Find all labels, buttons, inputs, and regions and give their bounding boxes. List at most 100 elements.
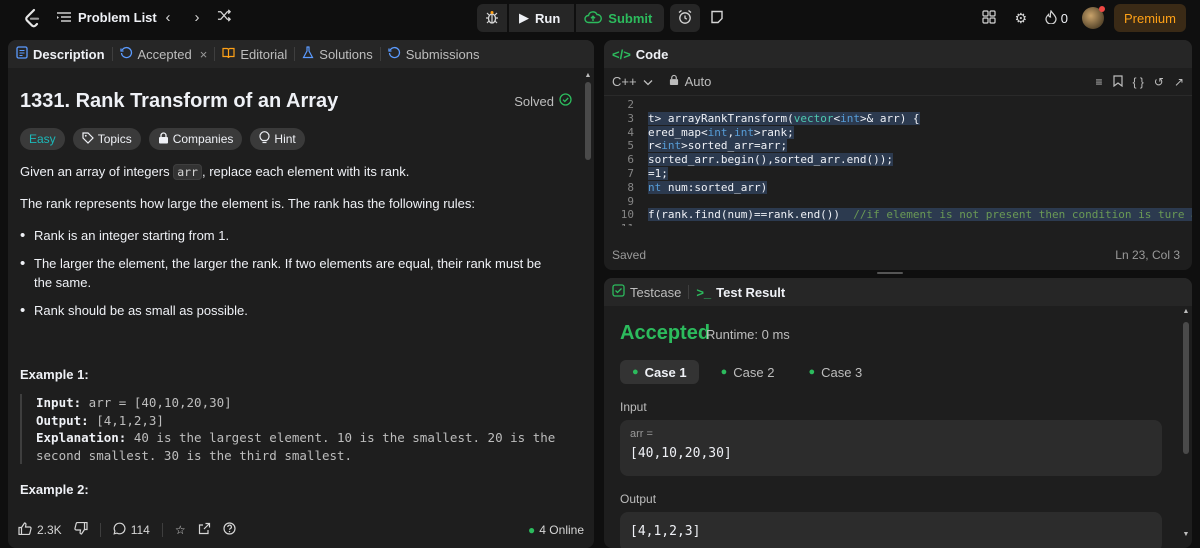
notes-button[interactable] — [702, 4, 732, 32]
code-text: r<int>sorted_arr=arr; — [648, 139, 788, 153]
code-line[interactable]: 5 r<int>sorted_arr=arr; — [604, 139, 1192, 153]
tab-solutions[interactable]: Solutions — [302, 40, 373, 68]
code-line[interactable]: 8 nt num:sorted_arr) — [604, 180, 1192, 195]
code-token: int — [661, 139, 682, 153]
code-line[interactable]: 9 — [604, 195, 1192, 209]
debug-button[interactable] — [477, 4, 507, 32]
expand-icon[interactable]: ↗ — [1174, 75, 1184, 89]
leetcode-logo-icon[interactable] — [22, 8, 42, 28]
avatar[interactable] — [1081, 6, 1105, 29]
code-line[interactable]: 11 — [604, 222, 1192, 226]
tab-submissions-label: Submissions — [405, 46, 480, 62]
companies-label: Companies — [172, 132, 234, 146]
bookmark-icon[interactable] — [1112, 74, 1123, 90]
online-dot-icon: ● — [528, 523, 536, 537]
bullet-icon: • — [20, 255, 26, 272]
thumbs-up-icon — [18, 522, 32, 538]
inline-code: arr — [173, 164, 202, 180]
like-button[interactable]: 2.3K — [18, 522, 62, 538]
code-line[interactable]: 10 f(rank.find(num)==rank.end()) //if ele… — [604, 208, 1192, 222]
shuffle-icon — [217, 9, 232, 27]
comments-button[interactable]: 114 — [113, 522, 150, 538]
reset-icon[interactable]: ↺ — [1154, 75, 1164, 89]
hint-chip[interactable]: Hint — [250, 128, 305, 150]
tag-icon — [82, 131, 94, 147]
favorite-button[interactable]: ☆ — [175, 523, 186, 537]
save-status: Saved — [612, 248, 647, 262]
input-box: arr = [40,10,20,30] — [620, 420, 1162, 476]
settings-button[interactable]: ⚙ — [1007, 4, 1035, 32]
line-number: 4 — [627, 125, 634, 139]
timer-button[interactable] — [670, 4, 701, 32]
braces-icon[interactable]: { } — [1133, 75, 1144, 89]
scroll-up-icon[interactable]: ▲ — [1182, 308, 1190, 315]
tab-code[interactable]: </> Code — [612, 40, 668, 68]
tab-test-result[interactable]: >_ Test Result — [696, 278, 785, 306]
scroll-thumb[interactable] — [1183, 322, 1189, 454]
chevron-right-icon: › — [194, 9, 200, 26]
tab-accepted[interactable]: Accepted × — [119, 40, 208, 68]
random-problem-button[interactable] — [214, 8, 234, 28]
test-scrollbar[interactable]: ▲ ▼ — [1182, 308, 1190, 538]
case-label: Case 2 — [733, 364, 775, 380]
streak-counter[interactable]: 0 — [1045, 9, 1068, 27]
description-scrollbar[interactable]: ▲ ▼ — [584, 72, 592, 538]
code-line[interactable]: 2 — [604, 98, 1192, 112]
line-number: 3 — [627, 111, 634, 125]
format-icon[interactable]: ≡ — [1096, 75, 1103, 89]
problem-list-button[interactable]: Problem List — [56, 9, 157, 25]
scroll-thumb[interactable] — [585, 82, 591, 160]
code-token: vector — [793, 111, 834, 125]
case-tab[interactable]: ● Case 2 — [709, 360, 787, 384]
case-tab[interactable]: ● Case 3 — [796, 360, 874, 384]
close-tab-icon[interactable]: × — [200, 47, 208, 62]
run-button[interactable]: ▶ Run — [509, 4, 575, 32]
case-tab[interactable]: ● Case 1 — [620, 360, 699, 384]
code-token: //if element is not present then conditi… — [840, 208, 1192, 222]
tab-description[interactable]: Description — [16, 40, 105, 68]
premium-button[interactable]: Premium — [1113, 4, 1186, 32]
auto-mode-toggle[interactable]: Auto — [669, 74, 712, 89]
submit-button[interactable]: Submit — [576, 4, 665, 32]
panel-resize-handle[interactable] — [877, 272, 903, 274]
run-label: Run — [535, 10, 561, 26]
input-section-label: Input — [620, 400, 647, 414]
prev-problem-button[interactable]: ‹ — [158, 8, 178, 28]
code-line[interactable]: 3 t> arrayRankTransform(vector<int>& arr)… — [604, 111, 1192, 126]
input-label: Input: — [36, 395, 82, 410]
dislike-button[interactable] — [74, 521, 88, 538]
tab-solutions-label: Solutions — [319, 46, 373, 62]
bug-icon — [484, 9, 500, 28]
description-tabbar: Description Accepted × Editorial Solutio… — [8, 40, 594, 68]
description-footer: 2.3K 114 ☆ ● 4 Online — [8, 512, 594, 548]
topics-chip[interactable]: Topics — [72, 128, 141, 150]
code-line[interactable]: 4 ered_map<int,int>rank; — [604, 125, 1192, 140]
scroll-down-icon[interactable]: ▼ — [1182, 531, 1190, 538]
code-token: ered_map< — [648, 125, 708, 139]
language-select[interactable]: C++ — [612, 74, 653, 89]
share-button[interactable] — [198, 522, 211, 538]
code-line[interactable]: 6 sorted_arr.begin(),sorted_arr.end()); — [604, 153, 1192, 167]
code-line[interactable]: 7 =1; — [604, 166, 1192, 181]
feedback-button[interactable] — [222, 522, 236, 538]
question-circle-icon — [222, 522, 236, 538]
line-number: 9 — [627, 194, 634, 208]
scroll-up-icon[interactable]: ▲ — [584, 72, 592, 79]
next-problem-button[interactable]: › — [187, 8, 207, 28]
line-number: 2 — [627, 98, 634, 111]
terminal-icon: >_ — [696, 284, 712, 300]
bullet-icon: • — [20, 227, 26, 244]
problem-list-label: Problem List — [78, 9, 157, 25]
code-editor[interactable]: 2 3 t> arrayRankTransform(vector<int>& arr… — [604, 98, 1192, 226]
tab-editorial[interactable]: Editorial — [222, 40, 287, 68]
output-value: [4,1,2,3] — [88, 412, 164, 428]
gear-icon: ⚙ — [1014, 9, 1028, 26]
layout-button[interactable] — [975, 4, 1003, 32]
auto-mode-label: Auto — [684, 74, 712, 89]
tab-submissions[interactable]: Submissions — [388, 40, 480, 68]
companies-chip[interactable]: Companies — [148, 128, 243, 150]
tab-testcase[interactable]: Testcase — [612, 278, 681, 306]
rule-item: • Rank should be as small as possible. — [20, 301, 560, 320]
case-tabs: ● Case 1 ● Case 2 ● Case 3 — [620, 360, 874, 384]
tab-divider — [688, 285, 690, 299]
